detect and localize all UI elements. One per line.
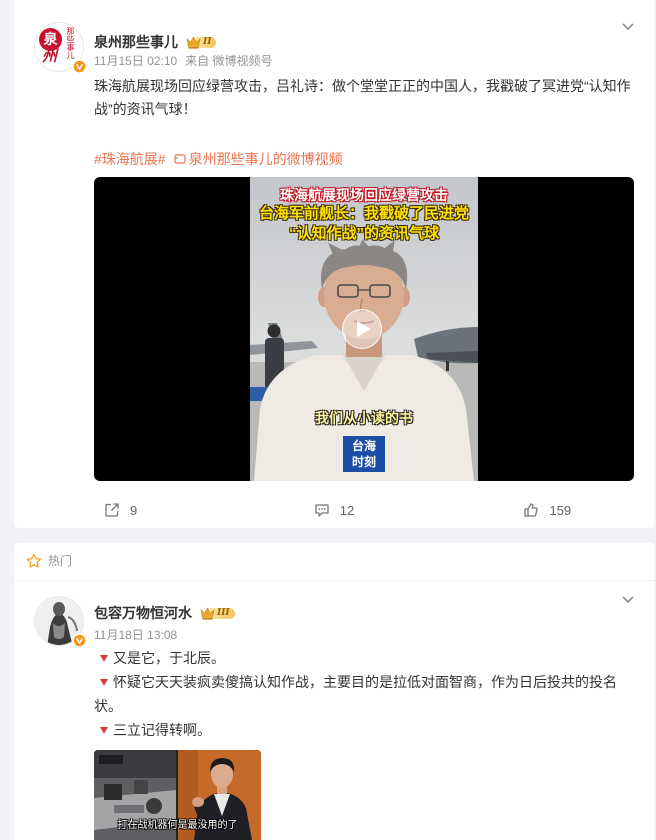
video-player[interactable]: 珠海航展现场回应绿营攻击 台海军前舰长：我戳破了民进党 “认知作战”的资讯气球 … — [94, 177, 634, 481]
like-count: 159 — [549, 502, 572, 518]
crown-icon — [186, 35, 201, 49]
video-source-link[interactable]: 泉州那些事儿的微博视频 — [173, 150, 343, 168]
post-meta: 11月18日 13:08 — [94, 627, 177, 643]
post-actions: 9 12 159 — [14, 498, 654, 522]
author-row: 包容万物恒河水 III — [94, 603, 235, 623]
verified-badge-icon — [72, 59, 87, 74]
avatar-logo-char: 州 — [42, 48, 58, 65]
post-line-text: 三立记得转啊。 — [113, 722, 211, 738]
post-image[interactable]: 打在战机器何是最没用的了 — [94, 750, 261, 840]
post-source: 来自 微博视频号 — [185, 54, 273, 68]
post-text: 珠海航展现场回应绿营攻击，吕礼诗：做个堂堂正正的中国人，我戳破了冥进党“认知作战… — [94, 78, 631, 117]
post-tags: #珠海航展# 泉州那些事儿的微博视频 — [94, 150, 343, 168]
verified-badge-icon — [72, 633, 87, 648]
author-name[interactable]: 泉州那些事儿 — [94, 32, 178, 52]
video-subtitle: 我们从小读的书 — [315, 410, 413, 426]
post-line: 怀疑它天天装疯卖傻搞认知作战，主要目的是拉低对面智商，作为日后投共的投名状。 — [94, 670, 634, 718]
share-icon — [105, 503, 119, 517]
share-count: 9 — [130, 502, 138, 518]
author-row: 泉州那些事儿 II — [94, 32, 217, 52]
post-line: 又是它，于北辰。 — [94, 646, 634, 670]
feed-card-post-1: 泉 州 那些事儿 泉州那些事儿 II 11月15日 02:10 来自 微博视频号 … — [14, 0, 654, 528]
hot-section-label: 热门 — [48, 554, 73, 568]
video-title-line-1: 珠海航展现场回应绿营攻击 — [280, 187, 448, 203]
video-title-line-2: 台海军前舰长：我戳破了民进党 — [258, 205, 469, 222]
post-time[interactable]: 11月15日 02:10 — [94, 54, 177, 68]
red-down-triangle-icon — [100, 727, 108, 735]
video-channel-logo: 台海 时刻 — [343, 436, 385, 472]
play-icon — [357, 321, 371, 337]
level-badge[interactable]: III — [200, 606, 235, 620]
comment-button[interactable]: 12 — [227, 498, 440, 522]
chevron-down-icon[interactable] — [621, 19, 635, 33]
hot-section-header: 热门 — [26, 552, 72, 570]
video-logo-line-2: 时刻 — [351, 455, 376, 469]
section-divider — [14, 580, 654, 581]
author-avatar[interactable] — [34, 596, 87, 648]
star-icon — [26, 553, 42, 568]
post-line-text: 又是它，于北辰。 — [113, 650, 225, 666]
topic-link[interactable]: #珠海航展# — [94, 150, 166, 168]
video-icon — [173, 154, 186, 164]
post-line-text: 怀疑它天天装疯卖傻搞认知作战，主要目的是拉低对面智商，作为日后投共的投名状。 — [94, 674, 617, 714]
avatar-logo-vertical-text: 那些事儿 — [66, 27, 75, 59]
author-name[interactable]: 包容万物恒河水 — [94, 603, 192, 623]
like-button[interactable]: 159 — [441, 498, 654, 522]
feed-card-post-2: 热门 包容万物恒河水 III 11月18日 13:08 又是它，于北辰。 怀疑它… — [14, 543, 654, 840]
play-button[interactable] — [342, 309, 382, 349]
share-button[interactable]: 9 — [14, 498, 227, 522]
like-icon — [524, 503, 539, 517]
comment-icon — [315, 504, 329, 517]
video-logo-line-1: 台海 — [351, 439, 376, 453]
comment-count: 12 — [339, 502, 355, 518]
post-line: 三立记得转啊。 — [94, 718, 634, 742]
level-badge[interactable]: II — [186, 35, 217, 49]
post-text: 又是它，于北辰。 怀疑它天天装疯卖傻搞认知作战，主要目的是拉低对面智商，作为日后… — [94, 646, 634, 742]
post-time[interactable]: 11月18日 13:08 — [94, 628, 177, 642]
red-down-triangle-icon — [100, 655, 108, 663]
crown-icon — [200, 606, 215, 620]
post-meta: 11月15日 02:10 来自 微博视频号 — [94, 53, 273, 69]
post-image-caption: 打在战机器何是最没用的了 — [117, 820, 238, 831]
red-down-triangle-icon — [100, 679, 108, 687]
video-title-line-3: “认知作战”的资讯气球 — [288, 225, 439, 242]
chevron-down-icon[interactable] — [621, 592, 635, 606]
video-source-label: 泉州那些事儿的微博视频 — [188, 151, 343, 167]
author-avatar[interactable]: 泉 州 那些事儿 — [34, 22, 87, 74]
